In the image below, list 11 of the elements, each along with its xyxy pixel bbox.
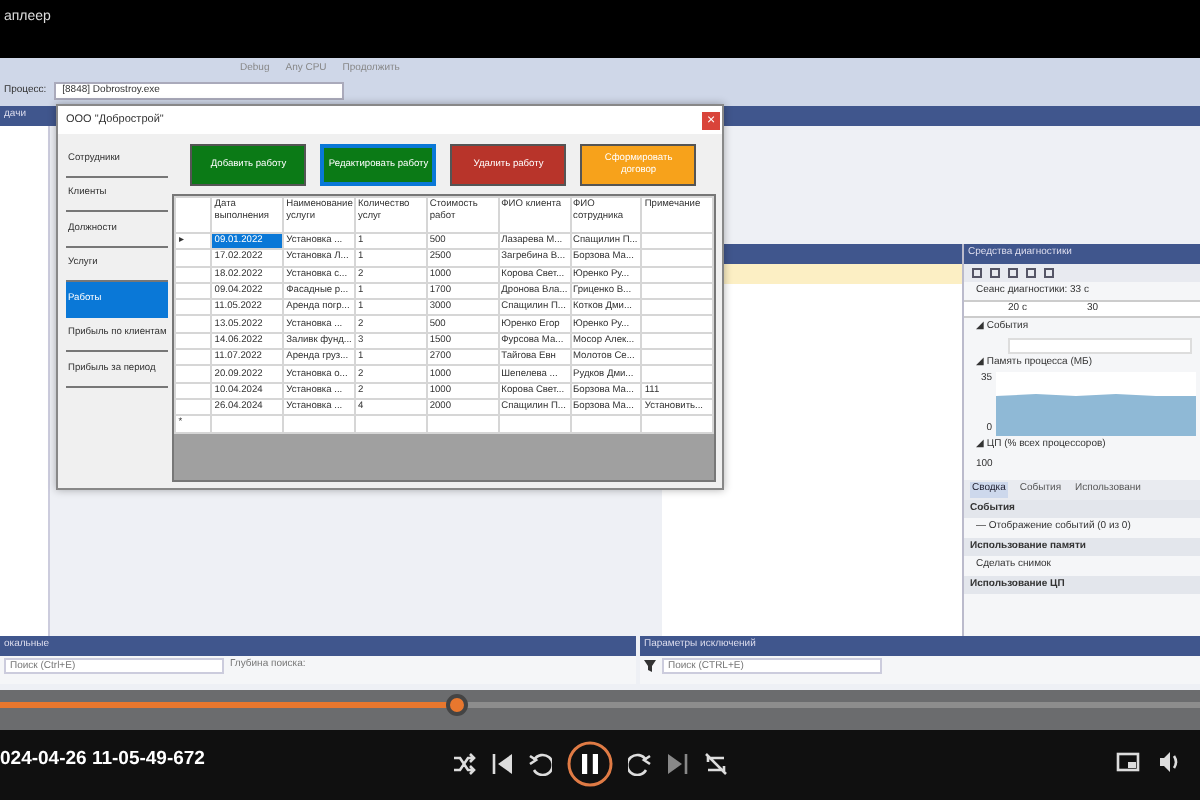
forward-icon[interactable] — [628, 752, 652, 776]
timestamp: 024-04-26 11-05-49-672 — [0, 746, 205, 774]
miniplayer-icon[interactable] — [1116, 750, 1140, 774]
shuffle-icon[interactable] — [452, 752, 476, 776]
volume-icon[interactable] — [1158, 750, 1182, 774]
pause-button[interactable] — [566, 740, 614, 788]
next-icon[interactable] — [666, 752, 690, 776]
repeat-off-icon[interactable] — [704, 752, 728, 776]
rewind-icon[interactable] — [528, 752, 552, 776]
previous-icon[interactable] — [490, 752, 514, 776]
filter-icon[interactable] — [644, 659, 656, 671]
